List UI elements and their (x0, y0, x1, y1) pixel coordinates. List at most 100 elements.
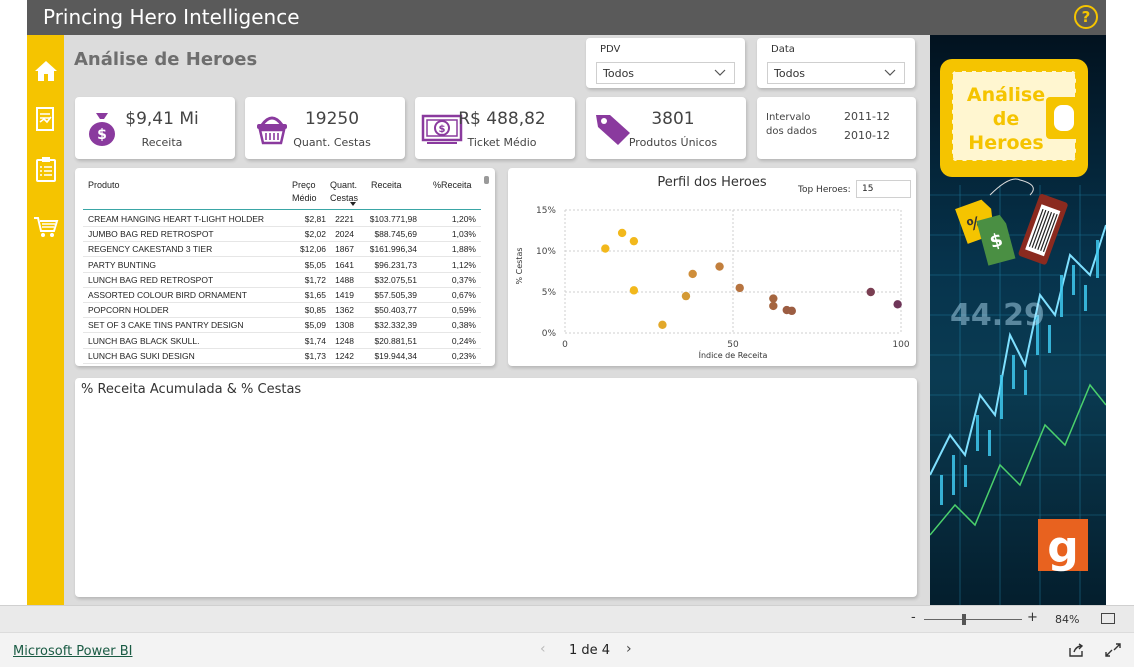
cell-pct-receita: 0,38% (451, 320, 476, 331)
table-row[interactable]: POPCORN HOLDER $0,85 1362 $50.403,77 0,59% (83, 303, 481, 319)
cell-cestas: 1248 (335, 335, 354, 346)
scatter-point[interactable] (866, 287, 875, 297)
table-row[interactable]: ASSORTED COLOUR BIRD ORNAMENT $1,65 1419 $5… (83, 288, 481, 303)
cell-product: SET OF 3 CAKE TINS PANTRY DESIGN (88, 320, 244, 331)
interval-date-start: 2010-12 (844, 129, 890, 142)
col-preco-line1: Preço (292, 180, 316, 190)
scatter-point[interactable] (617, 228, 627, 238)
data-dropdown[interactable]: Todos (767, 62, 905, 84)
cell-price: $1,72 (304, 274, 326, 285)
scatter-point[interactable] (688, 269, 697, 279)
hero-artwork: 44.29 Análise de Heroes % $ g (930, 35, 1106, 605)
y-tick-label: 5% (542, 288, 557, 298)
y-tick-label: 10% (536, 247, 556, 257)
home-icon[interactable] (32, 57, 59, 84)
kpi-ticket-caption: Ticket Médio (467, 136, 537, 149)
table-row[interactable]: LUNCH BAG RED RETROSPOT $1,72 1488 $32.075,… (83, 273, 481, 288)
kpi-cestas-caption: Quant. Cestas (293, 136, 371, 149)
kpi-receita: $ $9,41 Mi Receita (75, 97, 235, 159)
table-header: Produto Preço Médio Quant. Cestas Receita … (83, 176, 481, 210)
clipboard-icon[interactable] (32, 155, 59, 182)
cell-pct-receita: 1,12% (451, 259, 476, 270)
report-icon[interactable] (32, 105, 59, 132)
table-scrollbar[interactable] (484, 176, 489, 184)
cell-price: $2,02 (304, 229, 326, 240)
cell-price: $5,09 (304, 320, 326, 331)
kpi-cestas-value: 19250 (304, 109, 360, 129)
cell-cestas: 1362 (335, 305, 354, 316)
zoom-slider-handle[interactable] (962, 614, 966, 625)
zoom-level: 84% (1055, 613, 1080, 626)
col-cestas-line1: Quant. (330, 180, 358, 190)
pdv-dropdown[interactable]: Todos (596, 62, 735, 84)
table-row[interactable]: JUMBO BAG RED RETROSPOT $2,02 2024 $88.745,… (83, 227, 481, 243)
scatter-point[interactable] (629, 286, 639, 295)
cell-pct-receita: 0,37% (451, 274, 476, 285)
cell-price: $2,81 (304, 214, 326, 224)
power-bi-link[interactable]: Microsoft Power BI (13, 644, 132, 659)
cell-receita: $32.075,51 (374, 274, 417, 285)
y-axis-label: % Cestas (515, 247, 524, 284)
table-row[interactable]: CREAM HANGING HEART T-LIGHT HOLDER $2,81 2… (83, 212, 481, 227)
scatter-point[interactable] (769, 301, 778, 311)
chevron-down-icon (884, 69, 896, 76)
cell-cestas: 2024 (335, 229, 354, 240)
table-row[interactable]: LUNCH BAG BLACK SKULL. $1,74 1248 $20.881,5… (83, 334, 481, 349)
scatter-point[interactable] (787, 306, 796, 316)
cell-price: $1,65 (304, 290, 326, 300)
next-page-button[interactable]: › (626, 641, 632, 657)
previous-page-button[interactable]: ‹ (540, 641, 546, 657)
cell-pct-receita: 1,03% (451, 229, 476, 240)
scatter-point[interactable] (893, 300, 902, 309)
interval-label: Intervalo dos dados (766, 111, 817, 139)
scatter-point[interactable] (735, 283, 744, 293)
help-icon[interactable]: ? (1074, 5, 1098, 29)
badge-text-1: Análise (967, 84, 1045, 106)
share-icon[interactable] (1068, 643, 1084, 657)
table-row[interactable]: LUNCH BAG SUKI DESIGN $1,73 1242 $19.944,34… (83, 349, 481, 364)
zoom-in-button[interactable]: + (1027, 610, 1038, 625)
table-row[interactable]: REGENCY CAKESTAND 3 TIER $12,06 1867 $161.9… (83, 242, 481, 258)
table-row[interactable]: PARTY BUNTING $5,05 1641 $96.231,73 1,12% (83, 258, 481, 273)
fullscreen-icon[interactable] (1105, 643, 1121, 657)
background-number: 44.29 (950, 298, 1045, 333)
y-tick-label: 0% (542, 329, 557, 339)
scatter-point[interactable] (658, 320, 667, 329)
x-axis-label: Índice de Receita (699, 349, 768, 360)
scatter-point[interactable] (681, 291, 691, 301)
badge-text-2: de (993, 108, 1020, 130)
zoom-slider-track[interactable] (924, 619, 1022, 620)
cell-cestas: 1242 (335, 350, 354, 361)
cell-price: $5,05 (304, 259, 326, 270)
col-produto[interactable]: Produto (88, 179, 120, 192)
cell-product: PARTY BUNTING (88, 259, 157, 270)
svg-text:$: $ (439, 124, 446, 135)
cell-product: POPCORN HOLDER (88, 305, 169, 316)
cart-icon[interactable] (32, 213, 59, 240)
cell-product: REGENCY CAKESTAND 3 TIER (88, 244, 213, 255)
title-bar: Princing Hero Intelligence ? (27, 0, 1106, 35)
scatter-point[interactable] (715, 262, 724, 271)
col-preco[interactable]: Preço Médio (292, 179, 317, 205)
cell-cestas: 1641 (335, 259, 354, 270)
cell-cestas: 1419 (335, 290, 354, 300)
zoom-out-button[interactable]: - (911, 610, 916, 625)
cell-receita: $19.944,34 (374, 350, 417, 361)
scatter-point[interactable] (769, 294, 778, 303)
cell-cestas: 2221 (335, 214, 354, 224)
cell-pct-receita: 0,23% (451, 350, 476, 361)
scatter-point[interactable] (601, 244, 610, 253)
scatter-point[interactable] (629, 236, 639, 246)
cell-product: LUNCH BAG SUKI DESIGN (88, 350, 195, 361)
cell-price: $0,85 (304, 305, 326, 316)
kpi-produtos: 3801 Produtos Únicos (586, 97, 746, 159)
products-table: Produto Preço Médio Quant. Cestas Receita … (75, 168, 495, 366)
table-row[interactable]: SET OF 3 CAKE TINS PANTRY DESIGN $5,09 130… (83, 318, 481, 334)
cell-pct-receita: 0,59% (451, 305, 476, 316)
combo-chart-title: % Receita Acumulada & % Cestas (81, 382, 302, 397)
col-pct-receita[interactable]: %Receita (433, 179, 472, 192)
fit-to-page-icon[interactable] (1101, 613, 1115, 624)
cell-receita: $96.231,73 (374, 259, 417, 270)
col-receita[interactable]: Receita (371, 179, 402, 192)
app: Princing Hero Intelligence ? Análise de … (0, 0, 1134, 667)
